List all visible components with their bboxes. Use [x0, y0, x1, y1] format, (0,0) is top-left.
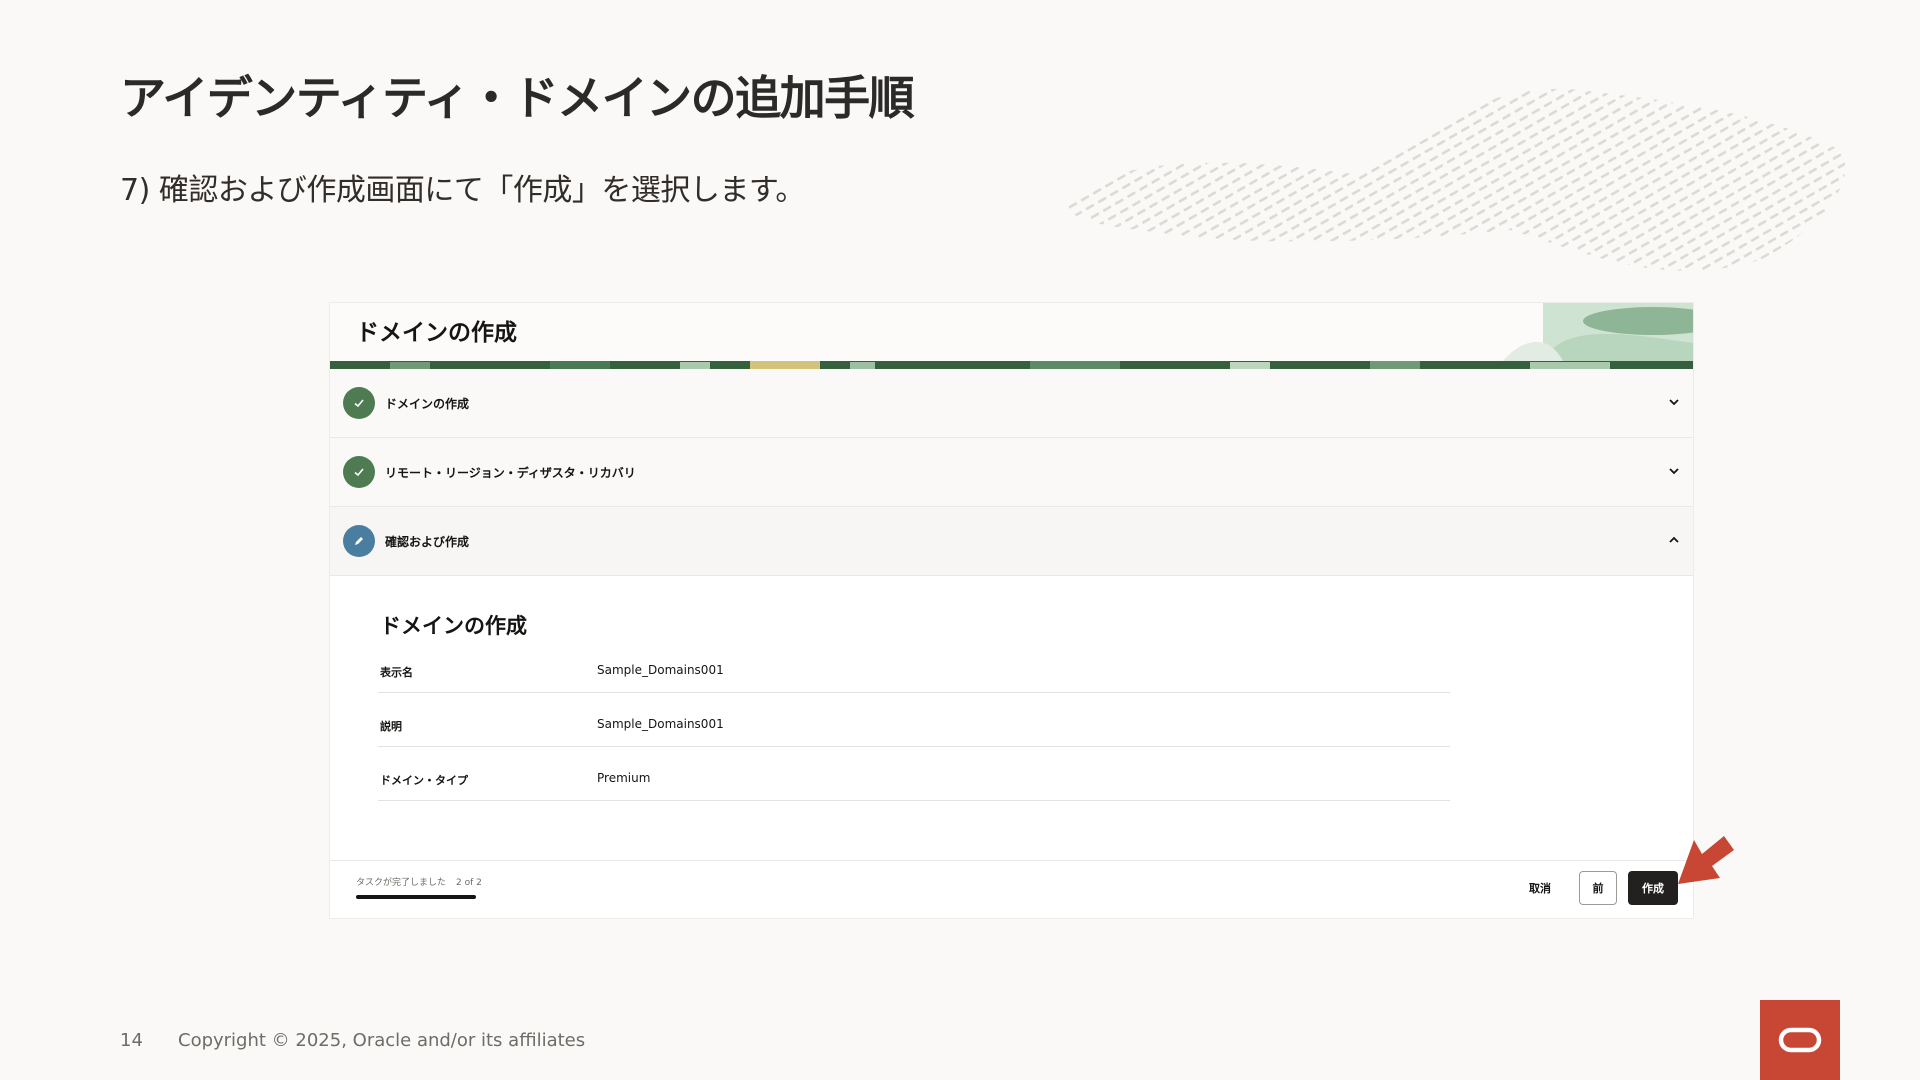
cancel-button[interactable]: 取消	[1515, 871, 1565, 905]
row-value: Sample_Domains001	[597, 717, 724, 731]
step-create-domain[interactable]: ドメインの作成	[330, 369, 1693, 438]
progress-fill	[356, 895, 476, 899]
row-key: 説明	[380, 720, 402, 733]
previous-button[interactable]: 前	[1579, 871, 1617, 905]
progress-count: 2 of 2	[456, 878, 482, 888]
review-title: ドメインの作成	[380, 614, 527, 638]
progress-status: タスクが完了しました 2 of 2	[356, 875, 492, 888]
row-key: ドメイン・タイプ	[380, 774, 468, 787]
progress-bar	[356, 895, 476, 899]
slide-subtitle: 7) 確認および作成画面にて「作成」を選択します。	[120, 173, 805, 208]
callout-arrow-icon	[1678, 836, 1734, 884]
decorative-pattern-icon	[1068, 88, 1846, 271]
oracle-logo-icon	[1760, 1000, 1840, 1080]
progress-label: タスクが完了しました	[356, 878, 447, 888]
pencil-icon	[343, 525, 375, 557]
review-row-display-name: 表示名 Sample_Domains001	[378, 638, 1450, 693]
step-review-create[interactable]: 確認および作成	[330, 507, 1693, 576]
check-icon	[343, 456, 375, 488]
row-key: 表示名	[380, 666, 413, 679]
chevron-up-icon[interactable]	[1667, 533, 1681, 547]
create-domain-wizard: ドメインの作成 ドメインの作成 リモート・リージョン・ディザスタ・リカバリ 確認…	[330, 303, 1693, 918]
chevron-down-icon[interactable]	[1667, 395, 1681, 409]
step-label: ドメインの作成	[385, 396, 470, 411]
slide-title: アイデンティティ・ドメインの追加手順	[120, 71, 915, 125]
header-leaf-icon	[1503, 303, 1693, 361]
review-row-description: 説明 Sample_Domains001	[378, 692, 1450, 747]
review-section: ドメインの作成 表示名 Sample_Domains001 説明 Sample_…	[330, 576, 1693, 862]
create-button[interactable]: 作成	[1628, 871, 1678, 905]
copyright: Copyright © 2025, Oracle and/or its affi…	[178, 1030, 586, 1051]
page-number: 14	[120, 1030, 143, 1051]
step-label: 確認および作成	[385, 534, 470, 549]
wizard-header: ドメインの作成	[330, 303, 1693, 361]
step-disaster-recovery[interactable]: リモート・リージョン・ディザスタ・リカバリ	[330, 438, 1693, 507]
check-icon	[343, 387, 375, 419]
wizard-footer: タスクが完了しました 2 of 2 取消 前 作成	[330, 860, 1693, 918]
step-label: リモート・リージョン・ディザスタ・リカバリ	[385, 465, 636, 480]
chevron-down-icon[interactable]	[1667, 464, 1681, 478]
review-row-domain-type: ドメイン・タイプ Premium	[378, 746, 1450, 801]
row-value: Sample_Domains001	[597, 663, 724, 677]
row-value: Premium	[597, 771, 651, 785]
header-band-icon	[330, 361, 1693, 369]
wizard-title: ドメインの作成	[356, 320, 517, 346]
